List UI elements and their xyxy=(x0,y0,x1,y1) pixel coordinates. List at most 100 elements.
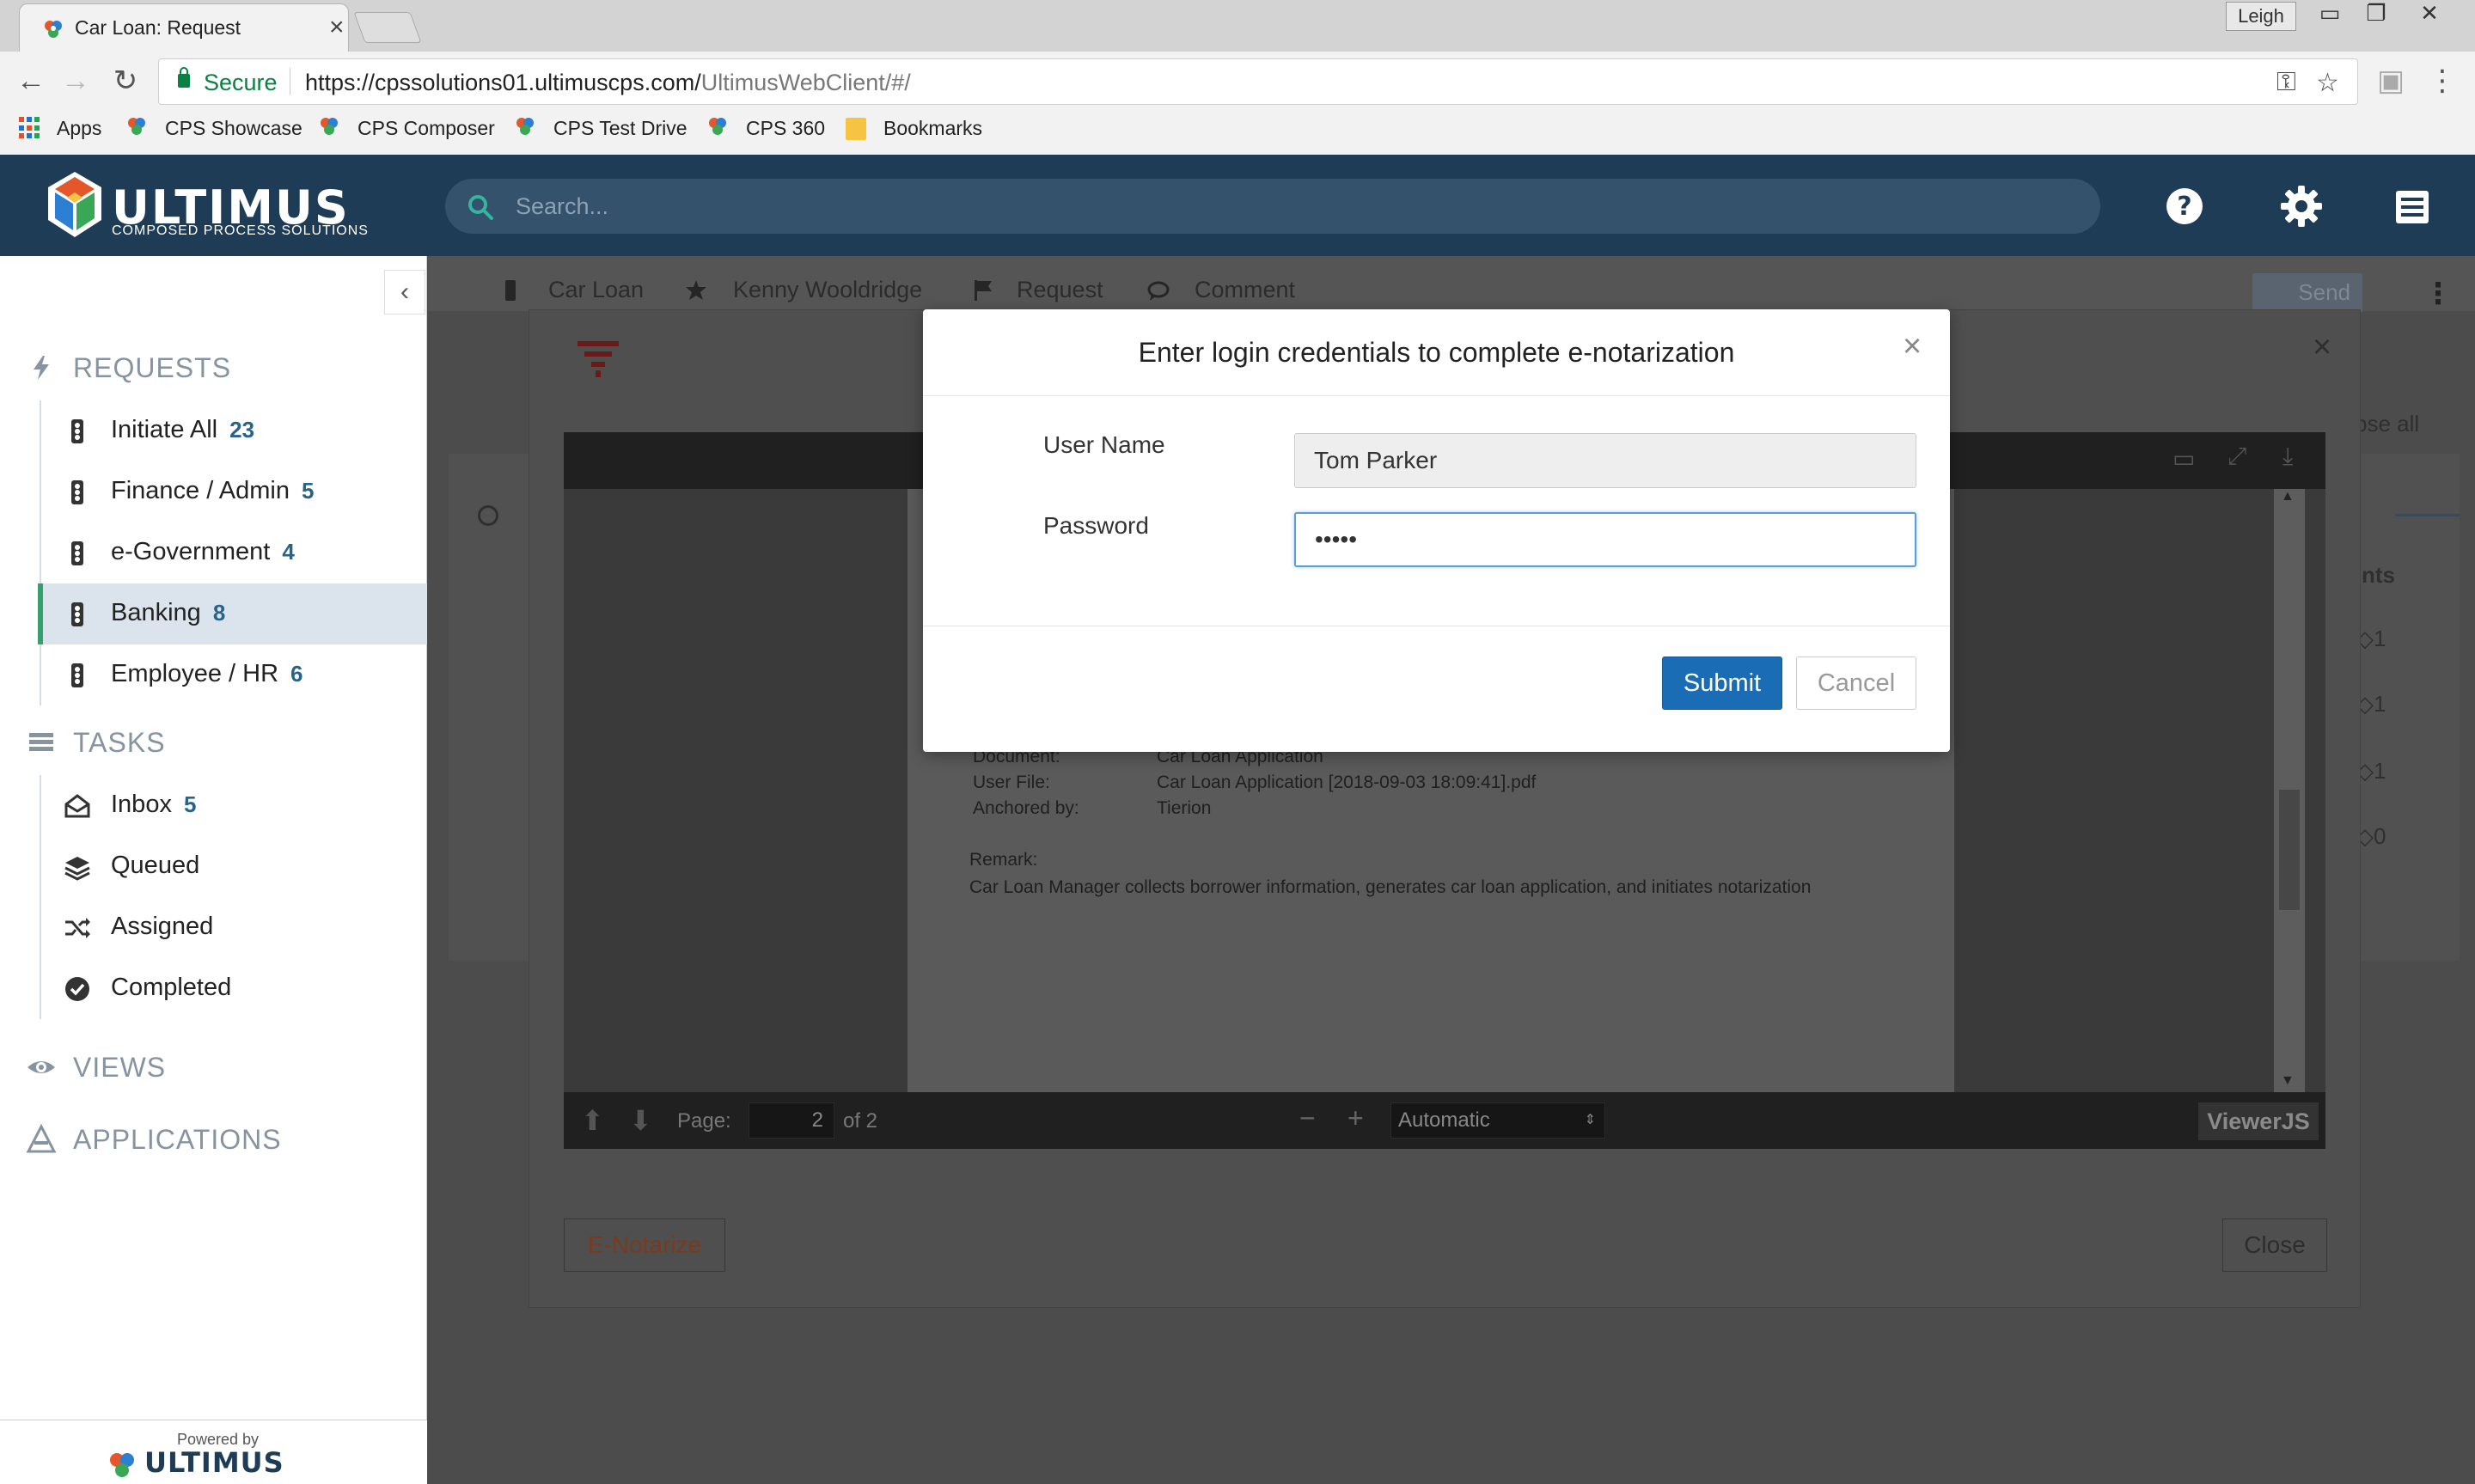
nav-count: 4 xyxy=(282,539,295,565)
bookmark-cps-test-drive[interactable]: CPS Test Drive xyxy=(553,117,688,140)
browser-tab[interactable]: Car Loan: Request × xyxy=(19,3,349,52)
collapse-sidebar-icon[interactable]: ‹ xyxy=(384,270,425,315)
sidebar-item-completed[interactable]: Completed xyxy=(41,958,427,1019)
new-tab-button[interactable] xyxy=(353,12,422,43)
zoom-select[interactable]: Automatic ⇕ xyxy=(1390,1102,1605,1139)
scroll-thumb[interactable] xyxy=(2279,790,2300,910)
check-circle-icon xyxy=(65,977,89,1001)
page-number-input[interactable]: 2 xyxy=(749,1102,834,1139)
sidebar-item-queued[interactable]: Queued xyxy=(41,836,427,897)
password-field[interactable] xyxy=(1294,512,1916,567)
presentation-icon[interactable]: ▭ xyxy=(2172,444,2195,473)
shuffle-icon xyxy=(65,918,90,938)
tab-close-icon[interactable]: × xyxy=(329,13,345,42)
scroll-down-icon[interactable]: ▼ xyxy=(2281,1073,2295,1089)
bookmark-cps-composer[interactable]: CPS Composer xyxy=(358,117,495,140)
close-window-icon[interactable]: ✕ xyxy=(2406,0,2453,27)
nav-label: e-Government xyxy=(111,538,271,565)
next-page-icon[interactable]: ⬇ xyxy=(629,1104,652,1137)
search-input[interactable] xyxy=(516,189,2062,223)
sidebar-item-assigned[interactable]: Assigned xyxy=(41,897,427,958)
sidebar-item-e-government[interactable]: e-Government 4 xyxy=(41,522,427,583)
browser-toolbar: ← → ↻ Secure https://cpssolutions01.ulti… xyxy=(0,52,2475,110)
tab-title: Car Loan: Request xyxy=(75,16,241,39)
apps-icon[interactable] xyxy=(19,117,41,139)
doc-field-label: Anchored by: xyxy=(973,798,1079,818)
browser-menu-icon[interactable]: ⋮ xyxy=(2423,62,2461,100)
section-applications[interactable]: APPLICATIONS xyxy=(0,1114,427,1162)
count-value-text: 1 xyxy=(2374,691,2386,717)
doc-remark-text: Car Loan Manager collects borrower infor… xyxy=(969,877,1812,897)
star-icon xyxy=(686,280,706,300)
scroll-up-icon[interactable]: ▲ xyxy=(2281,489,2295,504)
crumb-user[interactable]: Kenny Wooldridge xyxy=(733,277,922,303)
nav-label: Finance / Admin xyxy=(111,477,290,504)
lightning-icon xyxy=(34,356,49,380)
fullscreen-icon[interactable]: ⤢ xyxy=(2228,443,2246,471)
crumb-comment[interactable]: Comment xyxy=(1195,277,1295,303)
nav-count: 6 xyxy=(290,661,303,687)
section-tasks[interactable]: TASKS xyxy=(0,717,427,765)
cancel-button[interactable]: Cancel xyxy=(1796,657,1916,710)
key-icon[interactable]: ⚿ xyxy=(2276,68,2296,97)
sidebar-item-inbox[interactable]: Inbox 5 xyxy=(41,775,427,836)
previous-page-icon[interactable]: ⬆ xyxy=(581,1104,604,1137)
collapse-all-text[interactable]: pse all xyxy=(2355,411,2419,437)
inbox-envelope-icon xyxy=(64,794,90,818)
more-options-icon[interactable]: ⋮ xyxy=(2423,277,2453,311)
bookmark-cps-360[interactable]: CPS 360 xyxy=(746,117,825,140)
address-bar[interactable]: Secure https://cpssolutions01.ultimuscps… xyxy=(158,58,2358,105)
sidebar-item-finance-admin[interactable]: Finance / Admin 5 xyxy=(41,461,427,522)
crumb-process[interactable]: Car Loan xyxy=(548,277,644,303)
secure-label: Secure xyxy=(204,70,278,95)
e-notarize-button[interactable]: E-Notarize xyxy=(564,1218,725,1272)
sidebar-item-employee-hr[interactable]: Employee / HR 6 xyxy=(41,644,427,705)
help-icon[interactable]: ? xyxy=(2160,182,2209,230)
close-viewer-button[interactable]: Close xyxy=(2222,1218,2327,1272)
global-search[interactable] xyxy=(445,179,2100,234)
back-icon[interactable]: ← xyxy=(12,62,50,100)
reload-icon[interactable]: ↻ xyxy=(107,62,144,100)
sidebar-item-banking[interactable]: Banking 8 xyxy=(38,583,427,644)
nav-count: 5 xyxy=(183,791,197,817)
viewerjs-brand[interactable]: ViewerJS xyxy=(2198,1102,2319,1140)
search-icon xyxy=(468,195,493,220)
zoom-out-icon[interactable]: − xyxy=(1299,1102,1316,1134)
ultimus-logo-icon[interactable] xyxy=(45,170,105,239)
section-views[interactable]: VIEWS xyxy=(0,1041,427,1090)
nav-label: Assigned xyxy=(111,913,214,940)
bookmark-star-icon[interactable]: ☆ xyxy=(2316,68,2339,98)
section-tasks-label: TASKS xyxy=(73,727,166,758)
doc-field-label: User File: xyxy=(973,773,1050,792)
bookmark-cps-showcase[interactable]: CPS Showcase xyxy=(165,117,302,140)
zoom-in-icon[interactable]: + xyxy=(1348,1102,1364,1134)
viewer-close-icon[interactable]: × xyxy=(2313,329,2331,366)
powered-by-footer: Powered by ULTIMUS xyxy=(0,1420,427,1484)
send-button[interactable]: Send xyxy=(2252,273,2362,313)
submit-button[interactable]: Submit xyxy=(1662,657,1782,710)
username-field[interactable] xyxy=(1294,433,1916,488)
extension-icon[interactable]: ▣ xyxy=(2372,62,2410,100)
profile-badge[interactable]: Leigh xyxy=(2226,2,2296,31)
viewer-navigation-bar: ⬆ ⬇ Page: 2 of 2 − + Automatic ⇕ ViewerJS xyxy=(564,1092,2325,1149)
dialog-close-icon[interactable]: × xyxy=(1903,328,1922,365)
minimize-icon[interactable]: ▭ xyxy=(2307,0,2353,27)
traffic-light-icon xyxy=(505,280,516,301)
section-views-label: VIEWS xyxy=(73,1052,167,1083)
bookmark-apps[interactable]: Apps xyxy=(57,117,101,140)
section-requests[interactable]: REQUESTS xyxy=(0,342,427,390)
nav-label: Banking xyxy=(111,599,201,626)
download-icon[interactable]: ⤓ xyxy=(2282,443,2293,471)
sidebar-item-initiate-all[interactable]: Initiate All 23 xyxy=(41,400,427,461)
doc-field-value: Car Loan Application [2018-09-03 18:09:4… xyxy=(1157,773,1537,792)
count-value: ◇0 xyxy=(2356,823,2386,849)
crumb-step[interactable]: Request xyxy=(1017,277,1103,303)
settings-gear-icon[interactable] xyxy=(2277,182,2325,230)
restore-icon[interactable]: ❐ xyxy=(2353,0,2399,27)
ultimus-small-logo-icon xyxy=(110,1453,134,1477)
bookmark-folder[interactable]: Bookmarks xyxy=(883,117,982,140)
nav-count: 8 xyxy=(212,600,226,626)
menu-icon[interactable] xyxy=(2387,182,2435,230)
forward-icon[interactable]: → xyxy=(57,62,95,100)
viewer-scrollbar[interactable]: ▲ ▼ xyxy=(2274,489,2305,1092)
